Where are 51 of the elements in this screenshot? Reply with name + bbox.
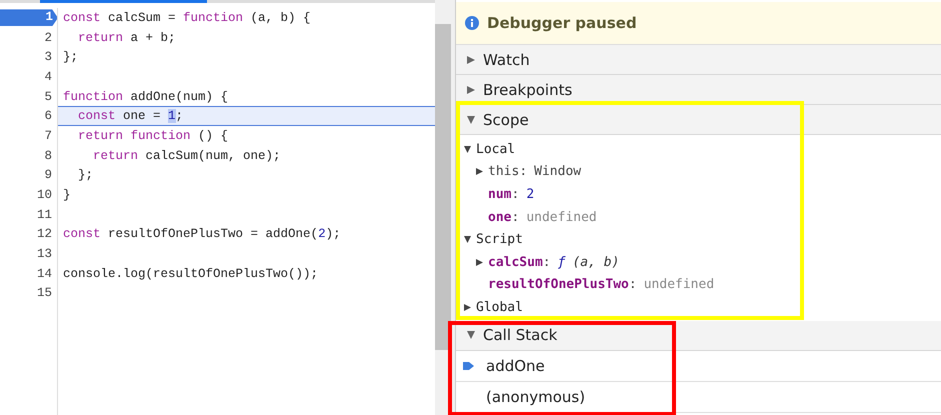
disclosure-triangle-icon[interactable]	[467, 56, 475, 64]
disclosure-triangle-icon[interactable]	[464, 146, 471, 153]
disclosure-triangle-icon[interactable]	[464, 236, 471, 244]
code-line: };	[63, 50, 78, 64]
code-line: const calcSum = function (a, b) {	[63, 10, 311, 25]
line-number[interactable]: 13	[0, 247, 52, 262]
disclosure-triangle-icon[interactable]	[467, 116, 475, 124]
line-number[interactable]: 2	[0, 30, 52, 45]
section-header[interactable]: Breakpoints	[456, 75, 941, 105]
disclosure-triangle-icon[interactable]	[467, 331, 475, 340]
code-line: const one = 1;	[77, 109, 184, 124]
code-line: const resultOfOnePlusTwo = addOne(2);	[63, 227, 341, 242]
code-line: return function () {	[77, 128, 228, 143]
current-frame-arrow-icon	[463, 360, 474, 371]
scrollbar[interactable]	[435, 24, 451, 350]
line-number[interactable]: 4	[0, 70, 52, 84]
banner-text: Debugger paused	[487, 14, 637, 32]
disclosure-triangle-icon[interactable]	[476, 258, 483, 266]
code-line: return calcSum(num, one);	[92, 148, 281, 163]
scope-property[interactable]: calcSum: ƒ (a, b)	[456, 250, 941, 274]
breakpoint-marker[interactable]: 1	[0, 9, 58, 26]
scope-node[interactable]: Global	[456, 296, 941, 319]
call-frame[interactable]: addOne	[456, 350, 941, 382]
info-icon	[465, 16, 479, 30]
line-number[interactable]: 7	[0, 128, 52, 143]
code-line: console.log(resultOfOnePlusTwo());	[63, 266, 318, 281]
scope-property[interactable]: one: undefined	[456, 206, 941, 228]
scope-property[interactable]: resultOfOnePlusTwo: undefined	[456, 274, 941, 296]
scope-node[interactable]: Script	[456, 228, 941, 251]
code-line: };	[77, 168, 94, 182]
line-number[interactable]: 8	[0, 148, 52, 163]
scope-node[interactable]: Local	[456, 138, 941, 161]
line-number[interactable]: 15	[0, 286, 52, 300]
line-number[interactable]: 12	[0, 227, 52, 242]
line-number[interactable]: 10	[0, 188, 52, 202]
disclosure-triangle-icon[interactable]	[476, 168, 483, 176]
code-line: function addOne(num) {	[63, 90, 228, 104]
disclosure-triangle-icon[interactable]	[464, 304, 471, 311]
code-line: return a + b;	[77, 30, 176, 45]
line-number[interactable]: 9	[0, 168, 52, 182]
line-number[interactable]: 5	[0, 90, 52, 104]
scope-property[interactable]: num: 2	[456, 183, 941, 206]
scope-property[interactable]: this: Window	[456, 160, 941, 184]
line-number[interactable]: 3	[0, 50, 52, 64]
line-number[interactable]: 14	[0, 266, 52, 281]
code-line: }	[63, 188, 71, 202]
disclosure-triangle-icon[interactable]	[467, 86, 475, 94]
line-number[interactable]: 11	[0, 208, 52, 222]
section-header[interactable]: Call Stack	[456, 320, 941, 351]
section-header[interactable]: Watch	[456, 45, 941, 75]
call-frame[interactable]: (anonymous)	[456, 382, 941, 413]
